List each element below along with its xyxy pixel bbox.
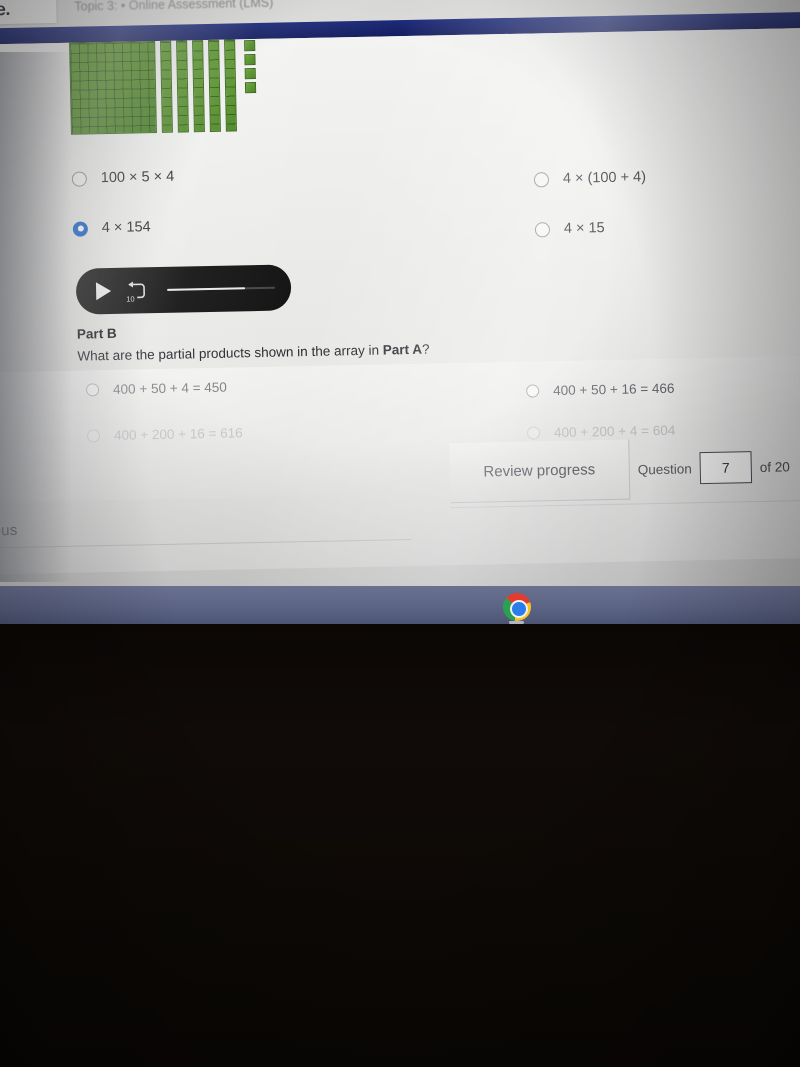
prompt-text-bold: Part A [382,341,423,358]
unit-cubes-group [244,39,257,94]
unit-cube-block [244,68,256,80]
part-b-prompt: What are the partial products shown in t… [77,342,429,364]
radio-button[interactable] [534,221,551,237]
option-label: 400 + 50 + 4 = 450 [112,379,227,397]
ten-rod-block [224,39,237,132]
radio-button[interactable] [85,383,100,397]
ten-rod-block [176,40,189,133]
replay-seconds-label: 10 [126,294,135,304]
question-total-label: of 20 [759,458,790,475]
base-ten-blocks-array [69,39,257,138]
browser-tab-realize[interactable]: lize. [0,0,57,25]
review-progress-button[interactable]: Review progress [449,439,631,504]
prompt-text-end: ? [421,341,430,357]
replay-10-icon[interactable]: 10 [125,280,147,304]
prompt-text-start: What are the partial products shown in t… [77,342,383,364]
topic-breadcrumb: Topic 3: • Online Assessment (LMS) [74,0,274,14]
laptop-screen: lize. Topic 3: • Online Assessment (LMS) [0,0,800,600]
radio-button[interactable] [71,170,87,187]
part-a-option-1[interactable]: 100 × 5 × 4 [71,168,175,187]
play-icon[interactable] [95,281,112,301]
radio-button[interactable] [533,171,550,187]
chrome-icon[interactable] [503,593,531,621]
option-label: 4 × 15 [563,220,605,237]
audio-progress-track[interactable] [167,286,276,291]
option-label: 400 + 50 + 16 = 466 [553,380,675,399]
radio-button[interactable] [86,429,101,443]
review-progress-label: Review progress [483,461,596,481]
part-b-heading: Part B [76,325,117,342]
question-word-label: Question [637,460,692,477]
part-a-option-3[interactable]: 4 × (100 + 4) [533,169,647,187]
laptop-photo: lize. Topic 3: • Online Assessment (LMS) [0,0,800,1067]
unit-cube-block [244,82,257,94]
question-number-input[interactable]: 7 [699,451,753,485]
hundred-flat-block [69,41,157,135]
option-label: 4 × 154 [101,219,151,237]
previous-button[interactable]: evious [0,522,18,540]
option-label: 4 × (100 + 4) [562,169,647,187]
part-a-option-4[interactable]: 4 × 15 [534,220,605,237]
ten-rod-block [160,40,173,133]
radio-button-selected[interactable] [72,220,88,237]
os-taskbar [0,586,800,624]
assessment-page: 100 × 5 × 4 4 × 154 4 × (100 + 4) 4 × 15 [0,27,800,575]
part-b-option-2[interactable]: 400 + 50 + 16 = 466 [526,381,675,399]
unit-cube-block [244,40,256,52]
part-b-option-3[interactable]: 400 + 200 + 16 = 616 [86,425,243,443]
footer-divider-bottom [0,538,412,549]
ten-rod-block [208,39,221,132]
question-counter: Question 7 of 20 [637,436,790,499]
option-label: 400 + 200 + 16 = 616 [113,425,243,443]
audio-progress-fill [167,287,245,291]
audio-player[interactable]: 10 [75,264,292,315]
part-b-option-1[interactable]: 400 + 50 + 4 = 450 [85,379,227,398]
radio-button[interactable] [526,384,540,398]
laptop-body: acer [0,624,800,1067]
option-label: 100 × 5 × 4 [100,168,175,187]
ten-rod-block [192,40,205,133]
part-a-option-2[interactable]: 4 × 154 [72,219,151,237]
unit-cube-block [244,54,256,66]
